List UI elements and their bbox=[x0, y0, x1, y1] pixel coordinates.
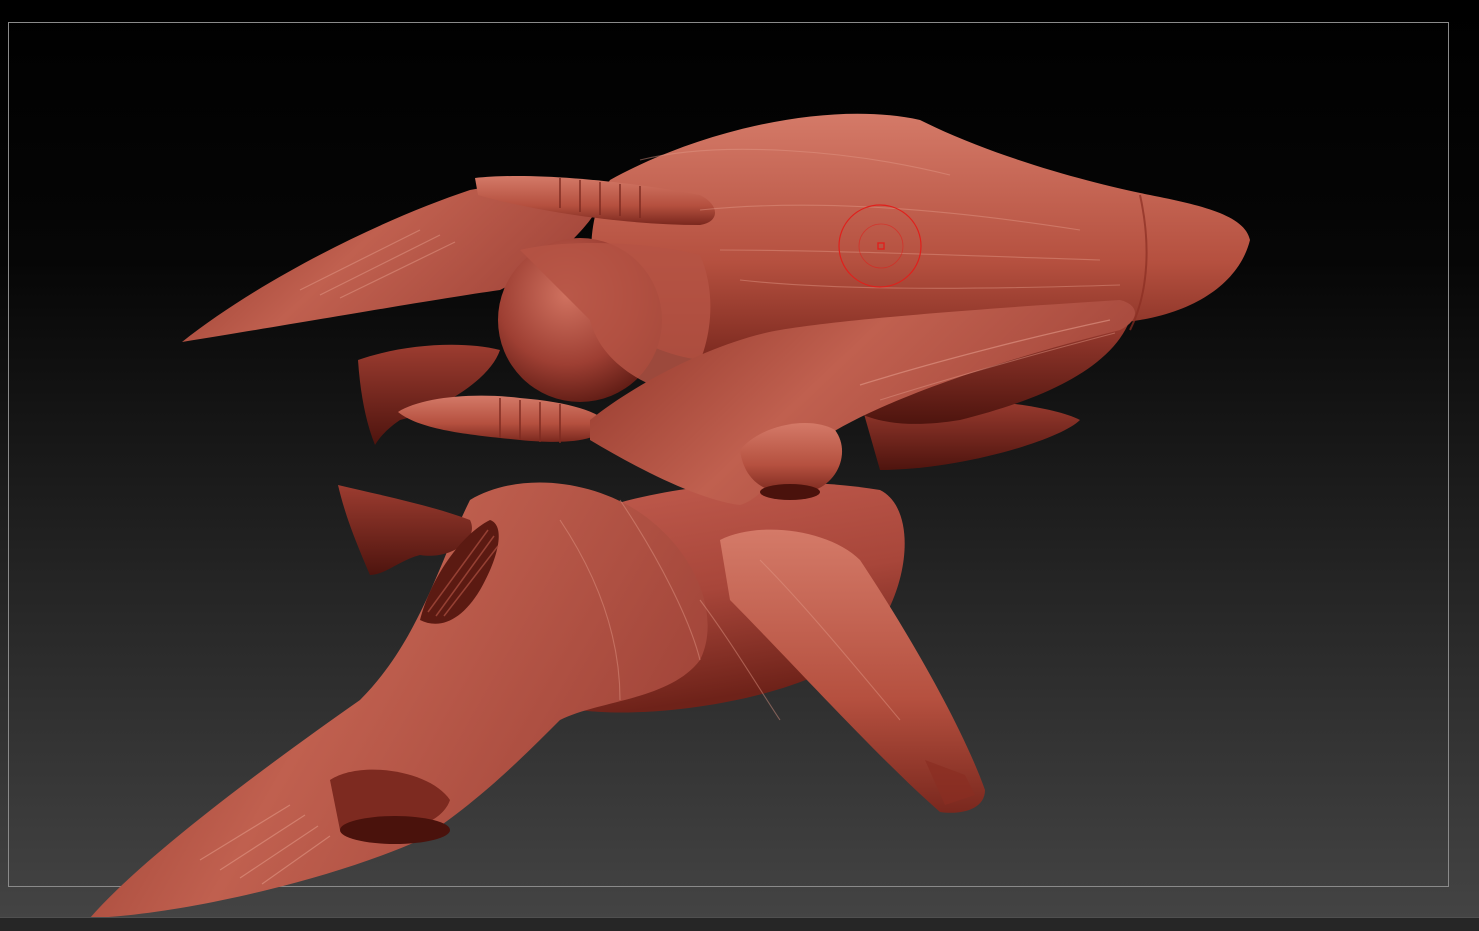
lower-thruster bbox=[398, 395, 610, 442]
spaceship-model bbox=[90, 113, 1250, 918]
sculpt-canvas[interactable] bbox=[0, 0, 1479, 931]
bottom-shelf bbox=[0, 917, 1479, 931]
